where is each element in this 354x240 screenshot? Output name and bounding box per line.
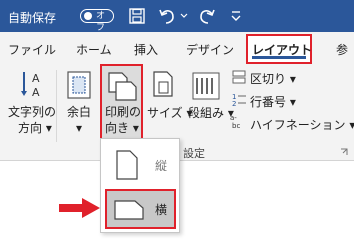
autosave-label: 自動保存 [8,11,57,25]
landscape-option[interactable]: 横 [105,189,176,229]
pointer-arrow-icon [59,198,100,218]
ribbon-separator [56,70,57,142]
breaks-label[interactable]: 区切り ▾ [250,70,296,87]
svg-text:a-: a- [230,114,237,122]
text-direction-label-2: 方向 ▾ [18,121,52,135]
orientation-icon [108,72,137,101]
columns-icon[interactable] [192,72,220,100]
redo-icon[interactable] [196,7,216,25]
tab-file[interactable]: ファイル [8,41,56,58]
autosave-toggle[interactable]: オフ [80,9,114,33]
size-label: サイズ ▾ [147,106,193,120]
hyphenation-label[interactable]: ハイフネーション ▾ [250,116,354,133]
size-icon[interactable] [150,70,178,100]
svg-text:A: A [32,72,40,85]
portrait-label: 縦 [155,159,168,173]
orientation-label-1: 印刷の [105,105,142,119]
customize-toolbar-icon[interactable] [230,10,242,22]
hyphenation-icon[interactable]: a- bc [230,113,248,129]
tab-design[interactable]: デザイン [186,41,234,58]
orientation-label-2: 向き ▾ [105,121,139,135]
toggle-knob [84,12,92,20]
margins-caret: ▾ [76,121,83,135]
svg-text:A: A [32,86,40,99]
text-direction-icon[interactable]: A A [20,70,48,100]
margins-label: 余白 [67,105,92,119]
portrait-icon [116,150,138,180]
save-icon[interactable] [128,7,146,25]
landscape-icon [114,200,144,220]
landscape-label: 横 [155,203,168,217]
line-numbers-icon[interactable]: 1 2 [232,92,246,106]
page-setup-group-label: 設定 [183,147,205,160]
title-bar: 自動保存 オフ [0,0,354,33]
undo-icon[interactable] [158,7,178,25]
undo-dropdown-icon[interactable] [180,13,188,19]
svg-text:bc: bc [232,122,240,129]
columns-label: 段組み ▾ [188,106,234,120]
dialog-launcher-icon[interactable] [340,148,348,156]
text-direction-label-1: 文字列の [8,105,57,119]
active-tab-underline [252,56,306,59]
portrait-option[interactable]: 縦 [105,145,176,185]
svg-text:2: 2 [232,100,236,106]
line-numbers-label[interactable]: 行番号 ▾ [250,93,296,110]
tab-insert[interactable]: 挿入 [134,41,158,58]
tab-home[interactable]: ホーム [76,41,112,58]
breaks-icon[interactable] [232,70,246,84]
orientation-menu: 縦 横 [100,138,180,233]
margins-icon[interactable] [66,70,92,100]
autosave-state: オフ [96,11,106,33]
tab-references[interactable]: 参 [336,41,348,58]
